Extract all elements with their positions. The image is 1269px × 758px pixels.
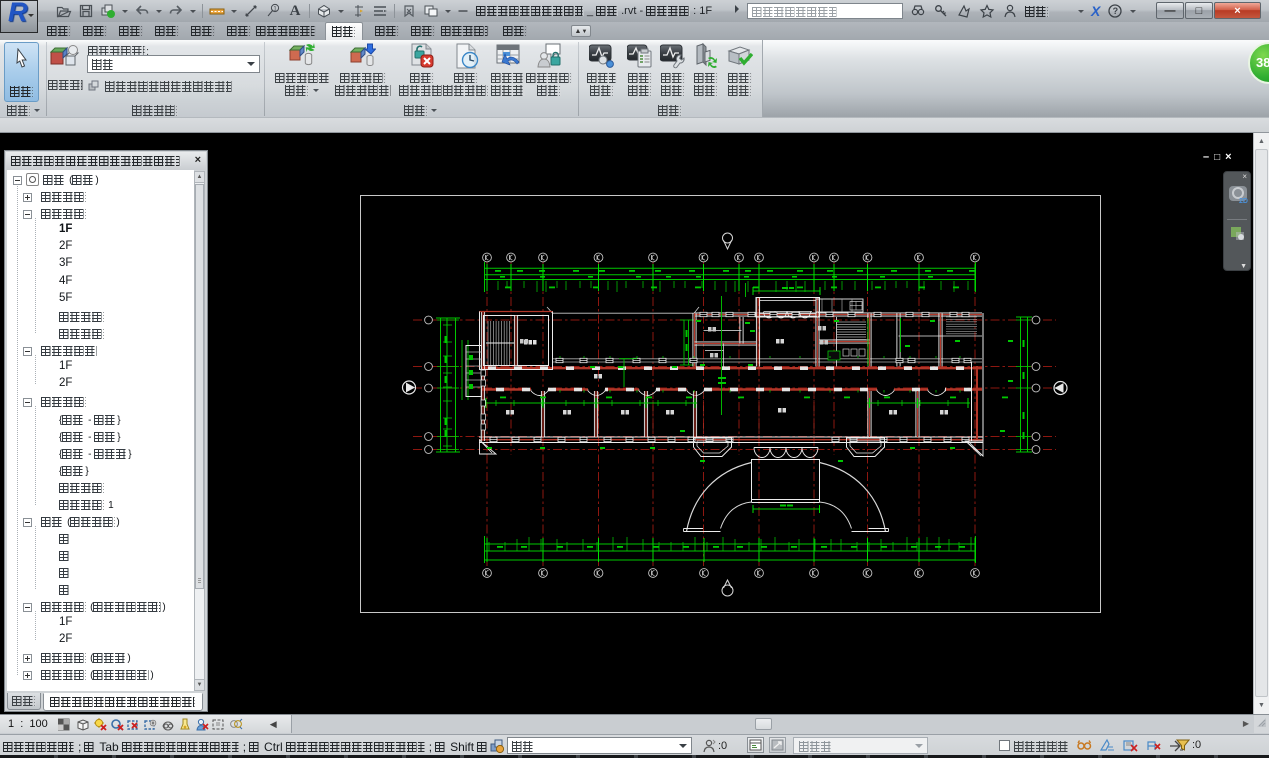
svg-text:2D: 2D — [1239, 198, 1248, 205]
svg-text:?: ? — [1113, 6, 1119, 16]
